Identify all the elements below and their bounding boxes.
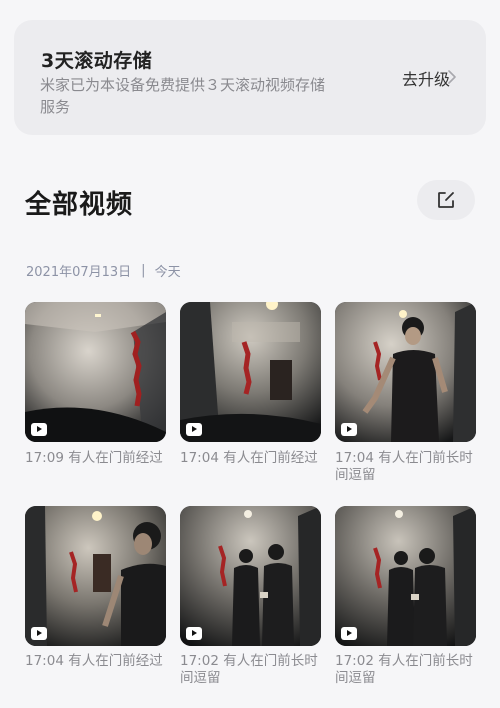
chevron-right-icon [448,70,456,84]
video-preview-image [180,302,321,442]
video-play-icon [31,423,47,436]
video-thumbnail[interactable] [25,302,166,442]
video-preview-image [25,302,166,442]
video-caption: 17:04 有人在门前经过 [180,450,318,466]
video-play-icon [186,423,202,436]
date-label: 2021年07月13日 [26,265,132,280]
video-thumbnail[interactable] [25,506,166,646]
video-play-icon [341,627,357,640]
banner-title: 3天滚动存储 [41,50,153,72]
date-separator: | [141,263,146,278]
video-preview-image [25,506,166,646]
video-thumbnail[interactable] [335,506,476,646]
video-caption: 17:04 有人在门前长时间逗留 [335,450,473,483]
video-caption: 17:02 有人在门前长时间逗留 [335,653,473,686]
video-preview-image [180,506,321,646]
upgrade-link[interactable]: 去升级 [402,66,450,90]
video-caption: 17:02 有人在门前长时间逗留 [180,653,318,686]
video-play-icon [341,423,357,436]
video-list-page: 3天滚动存储 米家已为本设备免费提供３天滚动视频存储服务 去升级 全部视频 20… [0,0,500,708]
video-play-icon [186,627,202,640]
video-thumbnail[interactable] [180,302,321,442]
video-preview-image [335,506,476,646]
edit-icon [438,192,454,208]
banner-description: 米家已为本设备免费提供３天滚动视频存储服务 [40,76,326,116]
video-thumbnail[interactable] [335,302,476,442]
cloud-storage-banner[interactable]: 3天滚动存储 米家已为本设备免费提供３天滚动视频存储服务 去升级 [14,20,486,135]
video-play-icon [31,627,47,640]
video-thumbnail[interactable] [180,506,321,646]
date-header: 2021年07月13日 | 今天 [26,261,181,280]
video-caption: 17:09 有人在门前经过 [25,450,163,466]
page-title: 全部视频 [25,190,134,220]
relative-date-label: 今天 [154,265,181,280]
video-caption: 17:04 有人在门前经过 [25,653,163,669]
video-preview-image [335,302,476,442]
edit-button[interactable] [417,180,475,220]
